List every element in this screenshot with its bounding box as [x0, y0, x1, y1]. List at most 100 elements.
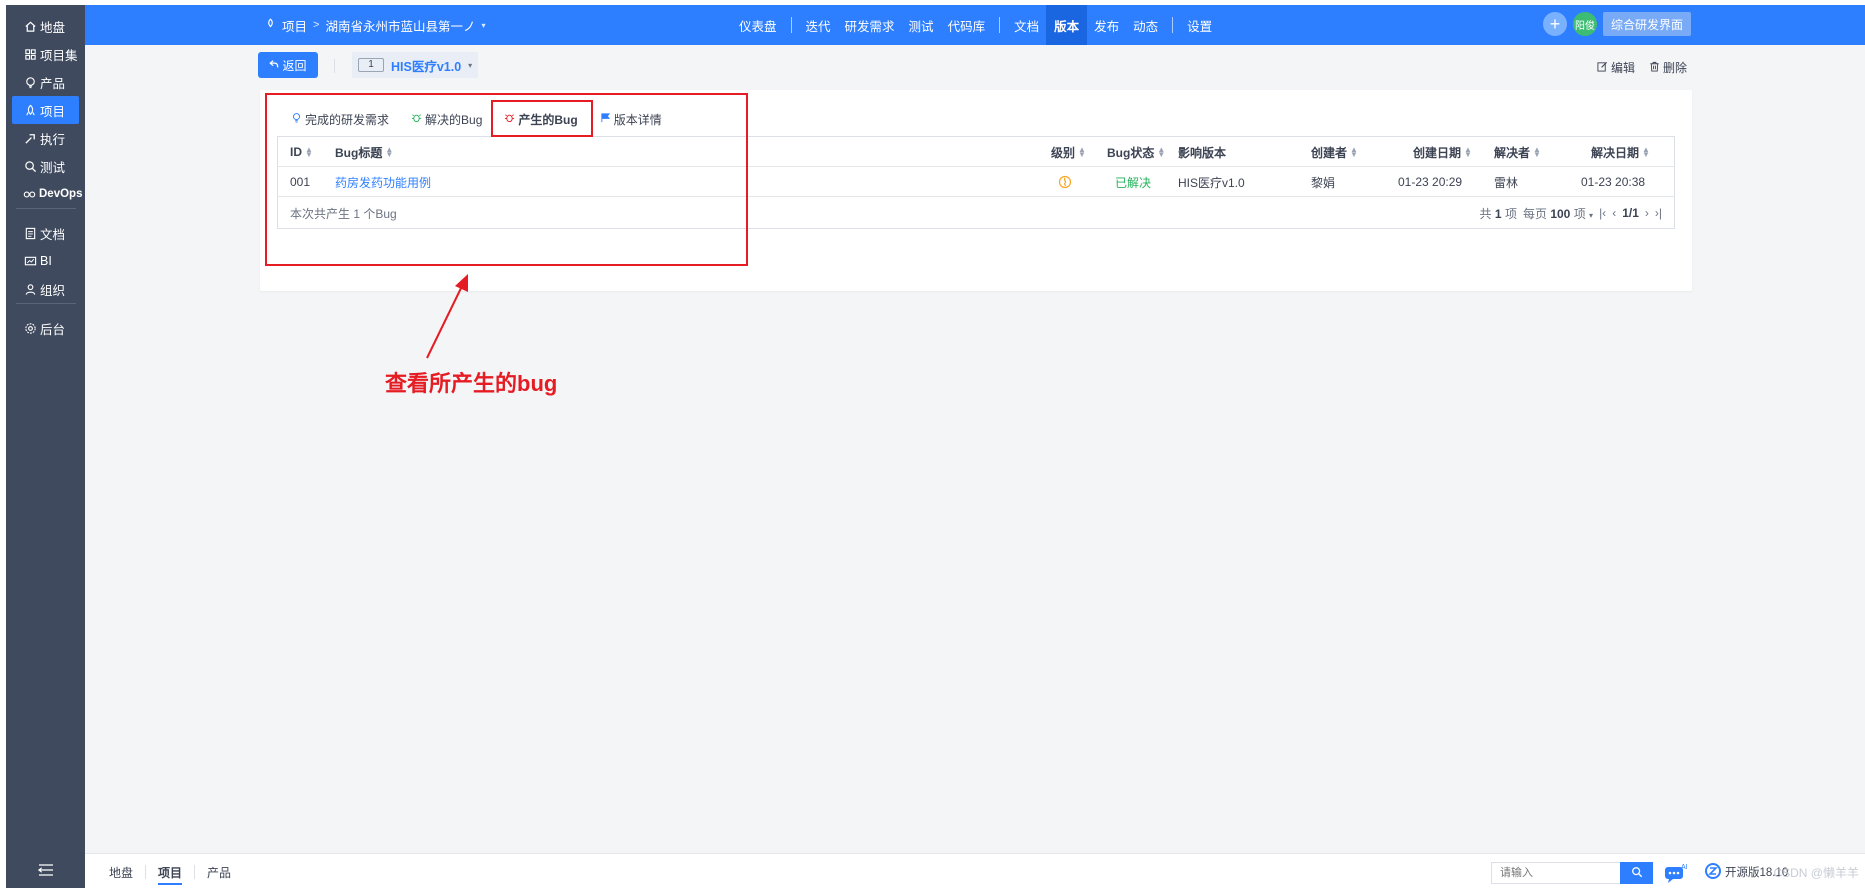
col-created[interactable]: 创建日期 ▲ ▼: [1413, 137, 1472, 167]
sidebar-item-label: BI: [40, 254, 52, 268]
sort-icon: ▲ ▼: [1350, 145, 1358, 159]
ai-chat-icon[interactable]: AI: [1663, 862, 1689, 884]
nav-release[interactable]: 发布: [1087, 5, 1126, 45]
sidebar-item-label: DevOps: [39, 188, 83, 200]
nav-story[interactable]: 研发需求: [838, 5, 902, 45]
col-severity[interactable]: 级别 ▲ ▼: [1051, 137, 1086, 167]
col-creator[interactable]: 创建者 ▲ ▼: [1311, 137, 1358, 167]
nav-divider: [790, 17, 792, 33]
search-icon: [1631, 866, 1643, 881]
sidebar-divider: [16, 208, 76, 209]
sidebar-item-product[interactable]: 产品: [12, 68, 79, 96]
nav-repo[interactable]: 代码库: [941, 5, 993, 45]
sidebar-item-label: 产品: [40, 76, 66, 91]
caret-icon: ▾: [1589, 210, 1594, 220]
project-icon: [23, 103, 37, 117]
sidebar-item-execution[interactable]: 执行: [12, 124, 79, 152]
col-label: 创建者: [1311, 145, 1348, 160]
nav-doc[interactable]: 文档: [1007, 5, 1046, 45]
pager: 共 1 项 每页 100 项 ▾ |‹ ‹ 1/1 › ›|: [1480, 197, 1662, 229]
sidebar-item-bi[interactable]: BI: [12, 247, 79, 275]
gear-icon: [23, 321, 37, 335]
sidebar-item-label: 项目集: [40, 48, 78, 63]
sidebar-item-home[interactable]: 地盘: [12, 12, 79, 40]
breadcrumb-project[interactable]: 湖南省永州市蓝山县第一ノ: [325, 16, 475, 35]
sidebar-item-label: 后台: [40, 322, 66, 337]
sidebar-item-test[interactable]: 测试: [12, 152, 79, 180]
next-page-icon[interactable]: ›: [1645, 206, 1649, 220]
build-selector[interactable]: 1 HIS医疗v1.0 ▾: [352, 52, 479, 78]
bottom-tab-product[interactable]: 产品: [195, 864, 243, 881]
bottom-bar: 地盘 项目 产品 AI 开源版18.10 CSDN @懒羊羊: [85, 853, 1865, 890]
annotation-arrow: [426, 274, 468, 359]
annotation-tab-box: [491, 100, 593, 137]
chevron-right-icon: >: [313, 19, 320, 31]
sidebar-item-label: 项目: [40, 104, 66, 119]
switch-view-button[interactable]: 综合研发界面: [1602, 12, 1691, 36]
prev-page-icon[interactable]: ‹: [1612, 206, 1616, 220]
sidebar-item-devops[interactable]: DevOps: [12, 180, 83, 208]
run-icon: [23, 131, 37, 145]
watermark: CSDN @懒羊羊: [1773, 865, 1859, 880]
nav-iteration[interactable]: 迭代: [799, 5, 838, 45]
last-page-icon[interactable]: ›|: [1655, 206, 1662, 220]
avatar[interactable]: 阳俊: [1572, 12, 1597, 36]
back-arrow-icon: [269, 58, 279, 72]
build-number-badge: 1: [358, 58, 384, 72]
sidebar-item-label: 执行: [40, 132, 66, 147]
pager-per-page-count: 100: [1550, 206, 1571, 221]
search-icon: [23, 159, 37, 173]
col-resolver[interactable]: 解决者 ▲ ▼: [1494, 137, 1541, 167]
org-icon: [23, 282, 37, 296]
col-status[interactable]: Bug状态 ▲ ▼: [1107, 137, 1165, 167]
collapse-menu-icon[interactable]: [37, 863, 54, 877]
bottom-tabs: 地盘 项目 产品: [97, 854, 243, 890]
sidebar-item-label: 测试: [40, 160, 66, 175]
col-label: Bug状态: [1107, 145, 1155, 160]
chevron-down-icon[interactable]: ▾: [481, 21, 485, 30]
nav-dynamic[interactable]: 动态: [1126, 5, 1165, 45]
sidebar-item-program[interactable]: 项目集: [12, 40, 79, 68]
sidebar: 地盘 项目集 产品 项目 执行 测试 DevOps 文档 BI 组织 后台: [6, 5, 85, 888]
nav-build[interactable]: 版本: [1046, 5, 1088, 45]
cell-creator: 黎娟: [1311, 175, 1336, 190]
nav-test[interactable]: 测试: [902, 5, 941, 45]
sidebar-item-org[interactable]: 组织: [12, 275, 79, 303]
nav-divider: [999, 17, 1001, 33]
top-navbar: 项目 > 湖南省永州市蓝山县第一ノ ▾ 仪表盘 迭代 研发需求 测试 代码库 文…: [85, 5, 1865, 45]
annotation-text: 查看所产生的bug: [385, 371, 558, 396]
sort-icon: ▲ ▼: [1157, 145, 1166, 159]
col-label: 解决者: [1494, 145, 1531, 160]
search-button[interactable]: [1620, 862, 1653, 884]
cell-created: 01-23 20:29: [1398, 175, 1463, 189]
bottom-tab-project[interactable]: 项目: [146, 864, 194, 885]
build-actions: 编辑 删除: [1597, 59, 1687, 76]
col-label: 影响版本: [1178, 145, 1227, 160]
col-label: 解决日期: [1591, 145, 1640, 160]
infinity-icon: [23, 187, 36, 201]
build-name: HIS医疗v1.0: [391, 59, 462, 74]
sort-icon: ▲ ▼: [1464, 145, 1472, 159]
breadcrumb-root[interactable]: 项目: [282, 16, 307, 35]
nav-dashboard[interactable]: 仪表盘: [732, 5, 784, 45]
col-resolved[interactable]: 解决日期 ▲ ▼: [1591, 137, 1650, 167]
sidebar-item-label: 文档: [40, 227, 66, 242]
sidebar-item-admin[interactable]: 后台: [12, 314, 79, 342]
pager-per-page[interactable]: 每页 100 项 ▾: [1523, 205, 1593, 222]
sidebar-item-project[interactable]: 项目: [12, 96, 79, 124]
search-input[interactable]: [1491, 862, 1621, 884]
bottom-tab-home[interactable]: 地盘: [97, 864, 145, 881]
pager-text: 每页: [1522, 206, 1547, 221]
delete-button[interactable]: 删除: [1649, 59, 1687, 76]
edit-button[interactable]: 编辑: [1597, 59, 1635, 76]
back-label: 返回: [282, 58, 307, 73]
sort-icon: ▲ ▼: [1642, 145, 1650, 159]
create-plus-button[interactable]: +: [1542, 12, 1567, 36]
first-page-icon[interactable]: |‹: [1599, 206, 1606, 220]
back-button[interactable]: 返回: [258, 52, 318, 78]
severity-icon: [1058, 167, 1072, 197]
toolbar-divider: [334, 59, 335, 73]
sidebar-item-doc[interactable]: 文档: [12, 219, 79, 247]
nav-settings[interactable]: 设置: [1180, 5, 1219, 45]
sidebar-item-label: 组织: [40, 283, 66, 298]
